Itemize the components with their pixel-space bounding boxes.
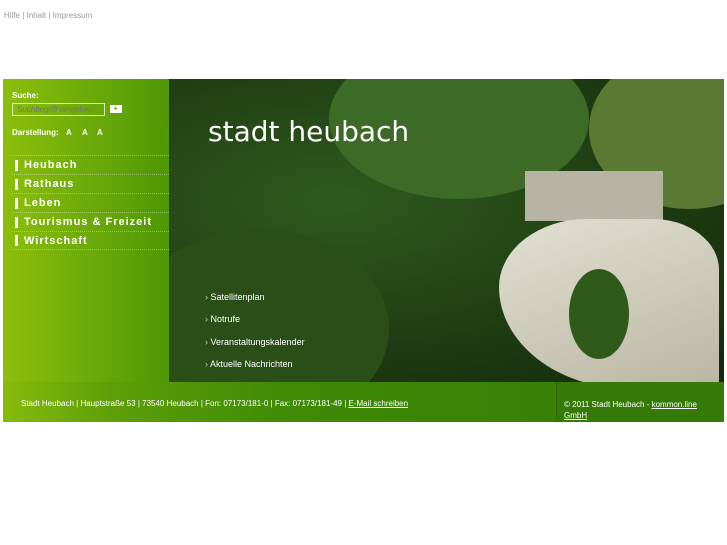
link-satellitenplan[interactable]: Satellitenplan bbox=[205, 292, 265, 302]
nav-leben[interactable]: Leben bbox=[12, 193, 169, 212]
search-label: Suche: bbox=[12, 91, 39, 100]
nav-wirtschaft[interactable]: Wirtschaft bbox=[12, 231, 169, 250]
main-nav: Heubach Rathaus Leben Tourismus & Freize… bbox=[12, 155, 169, 250]
header-photo: stadt heubach Satellitenplan Notrufe Ver… bbox=[169, 79, 724, 382]
font-size-small[interactable]: A bbox=[66, 128, 72, 137]
link-veranstaltungskalender[interactable]: Veranstaltungskalender bbox=[205, 337, 305, 347]
search-button[interactable]: ▸ bbox=[110, 105, 122, 113]
nav-tourismus[interactable]: Tourismus & Freizeit bbox=[12, 212, 169, 231]
copyright: © 2011 Stadt Heubach - kommon.line GmbH bbox=[556, 382, 724, 422]
display-label: Darstellung: bbox=[12, 128, 59, 137]
site-logo[interactable]: stadt heubach bbox=[208, 115, 409, 148]
link-nachrichten[interactable]: Aktuelle Nachrichten bbox=[205, 359, 293, 369]
castle-ruin bbox=[525, 171, 663, 221]
search-input[interactable] bbox=[12, 103, 105, 116]
font-size-large[interactable]: A bbox=[97, 128, 103, 137]
link-hilfe[interactable]: Hilfe bbox=[4, 11, 20, 20]
footer-address: Stadt Heubach | Hauptstraße 53 | 73540 H… bbox=[21, 399, 409, 408]
link-inhalt[interactable]: Inhalt bbox=[27, 11, 47, 20]
nav-heubach[interactable]: Heubach bbox=[12, 155, 169, 174]
nav-rathaus[interactable]: Rathaus bbox=[12, 174, 169, 193]
top-links: Hilfe | Inhalt | Impressum bbox=[4, 11, 93, 20]
email-link[interactable]: E-Mail schreiben bbox=[349, 399, 409, 408]
link-notrufe[interactable]: Notrufe bbox=[205, 314, 241, 324]
font-size-medium[interactable]: A bbox=[82, 128, 88, 137]
link-impressum[interactable]: Impressum bbox=[53, 11, 93, 20]
